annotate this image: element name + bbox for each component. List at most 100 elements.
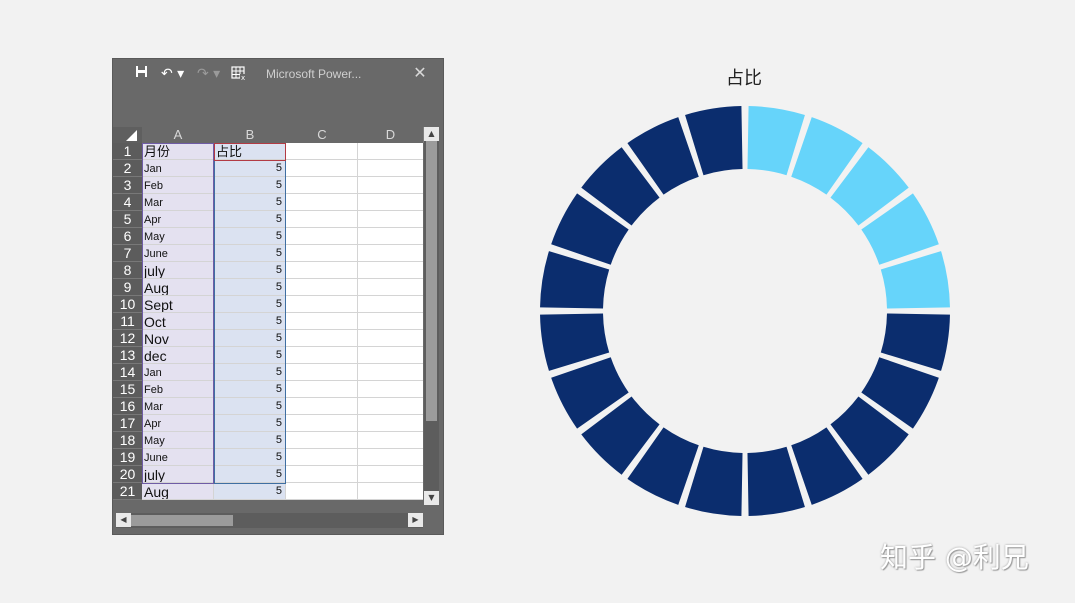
cell-empty[interactable] (358, 364, 423, 381)
cell-month[interactable]: Aug (142, 279, 214, 296)
row-header[interactable]: 3 (113, 177, 142, 194)
cell-value[interactable]: 5 (214, 381, 286, 398)
cell-month[interactable]: Jan (142, 364, 214, 381)
cell-b1[interactable]: 占比 (214, 143, 286, 160)
cell-empty[interactable] (358, 194, 423, 211)
cell-month[interactable]: Mar (142, 194, 214, 211)
cell-empty[interactable] (286, 177, 358, 194)
column-header-d[interactable]: D (358, 127, 424, 143)
row-header[interactable]: 10 (113, 296, 142, 313)
cell-empty[interactable] (358, 262, 423, 279)
cell-empty[interactable] (286, 381, 358, 398)
cell-empty[interactable] (286, 160, 358, 177)
row-header[interactable]: 15 (113, 381, 142, 398)
cell-month[interactable]: july (142, 466, 214, 483)
cell-empty[interactable] (358, 228, 423, 245)
cell-empty[interactable] (286, 449, 358, 466)
cell-empty[interactable] (286, 398, 358, 415)
scroll-left-icon[interactable]: ◀ (116, 513, 131, 527)
row-header[interactable]: 21 (113, 483, 142, 500)
cell-empty[interactable] (286, 347, 358, 364)
row-header[interactable]: 14 (113, 364, 142, 381)
cell-empty[interactable] (358, 398, 423, 415)
scroll-down-icon[interactable]: ▼ (424, 491, 439, 505)
cell-empty[interactable] (286, 415, 358, 432)
cell-empty[interactable] (286, 245, 358, 262)
cell-value[interactable]: 5 (214, 279, 286, 296)
cell-value[interactable]: 5 (214, 364, 286, 381)
cell-empty[interactable] (286, 228, 358, 245)
cell-value[interactable]: 5 (214, 398, 286, 415)
row-header[interactable]: 18 (113, 432, 142, 449)
cell-value[interactable]: 5 (214, 415, 286, 432)
cell-empty[interactable] (286, 211, 358, 228)
cell-month[interactable]: Apr (142, 415, 214, 432)
scroll-right-icon[interactable]: ▶ (408, 513, 423, 527)
select-all-corner[interactable] (113, 127, 142, 143)
cell-empty[interactable] (358, 296, 423, 313)
horizontal-scrollbar[interactable]: ◀ ▶ (116, 513, 423, 528)
vertical-scroll-thumb[interactable] (426, 141, 437, 421)
cell-month[interactable]: Jan (142, 160, 214, 177)
cell-empty[interactable] (358, 177, 423, 194)
row-header[interactable]: 9 (113, 279, 142, 296)
cell-empty[interactable] (286, 432, 358, 449)
cell-empty[interactable] (358, 211, 423, 228)
cell-month[interactable]: Oct (142, 313, 214, 330)
cell-month[interactable]: Feb (142, 177, 214, 194)
cell-value[interactable]: 5 (214, 177, 286, 194)
cell-value[interactable]: 5 (214, 330, 286, 347)
cell-empty[interactable] (358, 449, 423, 466)
row-header[interactable]: 1 (113, 143, 142, 160)
cell-value[interactable]: 5 (214, 262, 286, 279)
cell-month[interactable]: Mar (142, 398, 214, 415)
column-header-c[interactable]: C (286, 127, 359, 143)
row-header[interactable]: 19 (113, 449, 142, 466)
cell-c1[interactable] (286, 143, 358, 160)
close-icon[interactable]: ✕ (411, 64, 429, 82)
cell-a1[interactable]: 月份 (142, 143, 214, 160)
redo-icon[interactable]: ↷ ▾ (197, 65, 221, 83)
cell-value[interactable]: 5 (214, 245, 286, 262)
row-header[interactable]: 7 (113, 245, 142, 262)
cell-value[interactable]: 5 (214, 194, 286, 211)
row-header[interactable]: 2 (113, 160, 142, 177)
cell-empty[interactable] (286, 364, 358, 381)
save-icon[interactable] (135, 65, 149, 83)
cell-empty[interactable] (286, 262, 358, 279)
cell-month[interactable]: Nov (142, 330, 214, 347)
cell-month[interactable]: Aug (142, 483, 214, 500)
cell-month[interactable]: dec (142, 347, 214, 364)
cell-empty[interactable] (358, 381, 423, 398)
cell-value[interactable]: 5 (214, 160, 286, 177)
row-header[interactable]: 5 (113, 211, 142, 228)
cell-empty[interactable] (358, 330, 423, 347)
cell-empty[interactable] (358, 160, 423, 177)
cell-month[interactable]: Feb (142, 381, 214, 398)
row-header[interactable]: 4 (113, 194, 142, 211)
cell-empty[interactable] (358, 415, 423, 432)
table-icon[interactable]: x (231, 65, 249, 83)
cell-empty[interactable] (358, 347, 423, 364)
cell-empty[interactable] (286, 330, 358, 347)
horizontal-scroll-thumb[interactable] (131, 515, 233, 526)
cell-month[interactable]: June (142, 449, 214, 466)
cell-empty[interactable] (286, 194, 358, 211)
row-header[interactable]: 13 (113, 347, 142, 364)
cell-month[interactable]: Sept (142, 296, 214, 313)
row-header[interactable]: 16 (113, 398, 142, 415)
cell-empty[interactable] (286, 313, 358, 330)
undo-icon[interactable]: ↶ ▾ (161, 65, 185, 83)
row-header[interactable]: 6 (113, 228, 142, 245)
cell-value[interactable]: 5 (214, 296, 286, 313)
cell-value[interactable]: 5 (214, 483, 286, 500)
cell-value[interactable]: 5 (214, 313, 286, 330)
cell-month[interactable]: June (142, 245, 214, 262)
column-header-a[interactable]: A (142, 127, 215, 143)
row-header[interactable]: 17 (113, 415, 142, 432)
cell-month[interactable]: Apr (142, 211, 214, 228)
cell-empty[interactable] (358, 279, 423, 296)
cell-value[interactable]: 5 (214, 432, 286, 449)
cell-month[interactable]: july (142, 262, 214, 279)
cell-empty[interactable] (358, 483, 423, 500)
